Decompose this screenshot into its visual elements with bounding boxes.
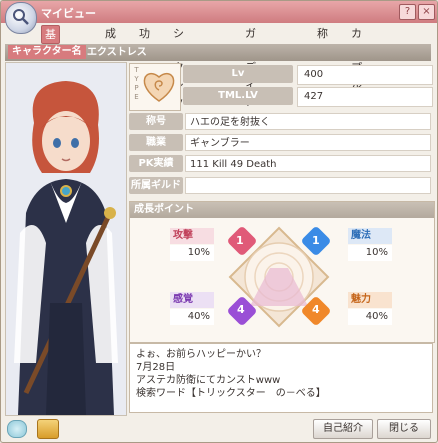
title-label: 称号 (129, 113, 183, 130)
self-intro-button[interactable]: 自己紹介 (313, 419, 373, 439)
growth-points-panel: 成長ポイント 攻撃 10% 魔法 10% 感覚 40% 魅力 40% 1 1 4… (129, 201, 435, 343)
stat-magic-label: 魔法 (348, 228, 392, 244)
charm-gem-value: 4 (312, 303, 320, 316)
tab-basic-info[interactable]: 基本情報 (41, 25, 60, 92)
stat-sense-percent: 40% (170, 309, 214, 325)
sense-gem-value: 4 (237, 303, 245, 316)
message-line: 検索ワード【トリックスター の－べる】 (136, 388, 326, 399)
title-bar[interactable]: マイビュー ? × (1, 1, 437, 34)
guild-value (185, 177, 431, 194)
title-value: ハエの足を射抜く (185, 113, 431, 130)
type-box: T Y P E (129, 63, 181, 111)
type-letters: T Y P E (134, 66, 139, 101)
message-line: アステカ防衛にてカンストwww (136, 375, 281, 386)
magnifier-avatar-icon (5, 2, 37, 34)
character-name-label: キャラクター名 (8, 45, 86, 59)
tml-value: 427 (297, 87, 433, 107)
stat-sense-label: 感覚 (170, 292, 214, 308)
myview-window: マイビュー ? × 基本情報 成長 功績 シークレット ガーディアン 称号 カッ… (0, 0, 438, 443)
heart-spiral-icon (143, 72, 175, 102)
job-label: 職業 (129, 134, 183, 151)
tml-label: TML.LV (183, 87, 293, 105)
basic-info-panel: T Y P E Lv 400 TML.LV 427 称号 ハエの足を射抜く 職業… (129, 63, 433, 197)
tab-achievements[interactable]: 功績 (139, 25, 150, 57)
level-value: 400 (297, 65, 433, 85)
pet-icon[interactable] (37, 419, 59, 439)
stat-charm-percent: 40% (348, 309, 392, 325)
growth-points-title: 成長ポイント (130, 202, 434, 218)
stat-attack-percent: 10% (170, 245, 214, 261)
level-row: Lv 400 (183, 65, 433, 85)
profile-message: よぉ、お前らハッピーかい？ 7月28日 アステカ防衛にてカンストwww 検索ワー… (129, 343, 433, 413)
tab-guardian[interactable]: ガーディアン (245, 25, 256, 125)
job-value: ギャンブラー (185, 134, 431, 151)
character-portrait (5, 62, 127, 416)
message-line: 7月28日 (136, 362, 176, 373)
tab-couple[interactable]: カップル (351, 25, 362, 91)
character-name-value: エクストレス (87, 47, 147, 58)
emote-icon[interactable] (7, 420, 27, 438)
guild-label: 所属ギルド (129, 177, 183, 194)
tab-growth[interactable]: 成長 (105, 25, 116, 57)
tml-row: TML.LV 427 (183, 87, 433, 107)
tab-secret[interactable]: シークレット (173, 25, 184, 125)
close-button[interactable]: 閉じる (377, 419, 431, 439)
stat-attack-label: 攻撃 (170, 228, 214, 244)
close-icon[interactable]: × (418, 4, 435, 20)
stat-charm-label: 魅力 (348, 292, 392, 308)
level-label: Lv (183, 65, 293, 83)
pk-label: PK実績 (129, 155, 183, 172)
attack-gem-value: 1 (236, 234, 244, 247)
window-title: マイビュー (41, 7, 96, 20)
help-button[interactable]: ? (399, 4, 416, 20)
tab-title[interactable]: 称号 (317, 25, 328, 57)
magic-gem-value: 1 (312, 234, 320, 247)
message-line: よぉ、お前らハッピーかい？ (136, 349, 266, 360)
pk-value: 111 Kill 49 Death (185, 155, 431, 172)
character-name-bar: キャラクター名 エクストレス (5, 44, 431, 61)
stat-magic-percent: 10% (348, 245, 392, 261)
